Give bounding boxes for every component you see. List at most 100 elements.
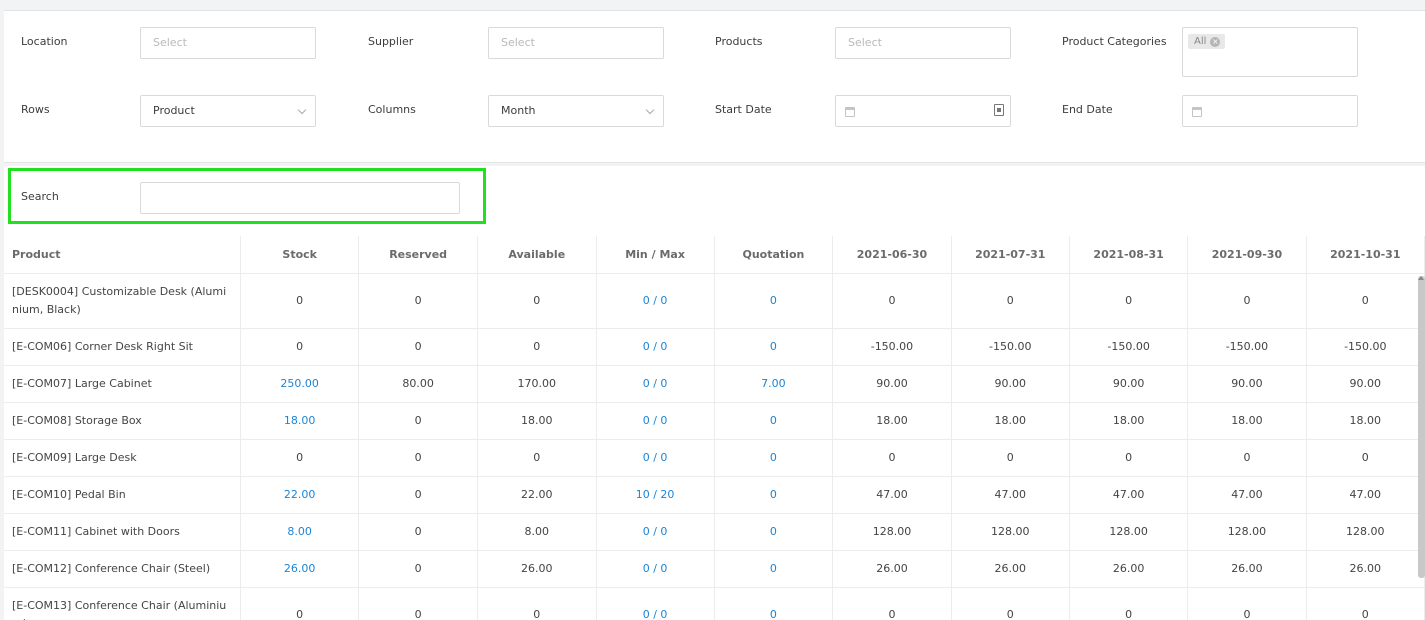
cell-m4: 0 xyxy=(1187,439,1307,477)
rows-value: Product xyxy=(153,104,195,117)
cell-minmax[interactable]: 0 / 0 xyxy=(596,365,715,403)
calendar-icon xyxy=(845,107,855,117)
col-header-reserved[interactable]: Reserved xyxy=(358,236,478,274)
cell-m5: 18.00 xyxy=(1306,402,1425,440)
filter-panel: Location Select Supplier Select Products… xyxy=(4,10,1425,163)
cell-m2: 26.00 xyxy=(951,550,1070,588)
products-select[interactable]: Select xyxy=(835,27,1011,59)
col-header-month-4[interactable]: 2021-09-30 xyxy=(1187,236,1307,274)
cell-m2: 0 xyxy=(951,439,1070,477)
col-header-min-max[interactable]: Min / Max xyxy=(596,236,715,274)
cell-m1: 128.00 xyxy=(832,513,952,551)
table-row[interactable]: [E-COM11] Cabinet with Doors 8.00 0 8.00 0 /… xyxy=(4,513,1425,551)
cell-stock: 0 xyxy=(240,273,360,329)
table-row[interactable]: [E-COM09] Large Desk 0 0 0 0 / 0000000 xyxy=(4,439,1425,477)
col-header-month-2[interactable]: 2021-07-31 xyxy=(951,236,1070,274)
cell-m2: 18.00 xyxy=(951,402,1070,440)
cell-quotation[interactable]: 0 xyxy=(714,439,834,477)
cell-reserved: 80.00 xyxy=(358,365,478,403)
cell-m3: 18.00 xyxy=(1069,402,1189,440)
cell-minmax[interactable]: 0 / 0 xyxy=(596,513,715,551)
cell-m1: 47.00 xyxy=(832,476,952,514)
table-row[interactable]: [E-COM12] Conference Chair (Steel) 26.00 0… xyxy=(4,550,1425,588)
col-header-month-5[interactable]: 2021-10-31 xyxy=(1306,236,1425,274)
table-row[interactable]: [E-COM13] Conference Chair (Aluminiu m)0… xyxy=(4,587,1425,620)
cell-minmax[interactable]: 0 / 0 xyxy=(596,439,715,477)
table-row[interactable]: [DESK0004] Customizable Desk (Alumi nium… xyxy=(4,273,1425,329)
cell-minmax[interactable]: 0 / 0 xyxy=(596,587,715,620)
supplier-label: Supplier xyxy=(368,35,414,48)
cell-stock[interactable]: 250.00 xyxy=(240,365,360,403)
cell-m4: 0 xyxy=(1187,587,1307,620)
cell-m3: 90.00 xyxy=(1069,365,1189,403)
cell-m2: 47.00 xyxy=(951,476,1070,514)
supplier-select[interactable]: Select xyxy=(488,27,664,59)
cell-minmax[interactable]: 0 / 0 xyxy=(596,328,715,366)
cell-minmax[interactable]: 0 / 0 xyxy=(596,550,715,588)
cell-m4: -150.00 xyxy=(1187,328,1307,366)
search-input[interactable] xyxy=(140,182,460,214)
rows-select[interactable]: Product xyxy=(140,95,316,127)
cell-quotation[interactable]: 7.00 xyxy=(714,365,834,403)
cell-m4: 26.00 xyxy=(1187,550,1307,588)
cell-stock: 0 xyxy=(240,328,360,366)
category-tag-label: All xyxy=(1194,36,1207,47)
table-row[interactable]: [E-COM07] Large Cabinet 250.00 80.00 170.00… xyxy=(4,365,1425,403)
cell-quotation[interactable]: 0 xyxy=(714,476,834,514)
col-header-stock[interactable]: Stock xyxy=(240,236,360,274)
remove-tag-icon[interactable]: × xyxy=(1210,36,1221,47)
col-header-product[interactable]: Product xyxy=(4,236,242,274)
cell-quotation[interactable]: 0 xyxy=(714,587,834,620)
cell-reserved: 0 xyxy=(358,273,478,329)
product-categories-select[interactable]: All × xyxy=(1182,27,1358,77)
cell-m1: 90.00 xyxy=(832,365,952,403)
cell-reserved: 0 xyxy=(358,402,478,440)
cell-available: 18.00 xyxy=(477,402,597,440)
table-row[interactable]: [E-COM08] Storage Box 18.00 0 18.00 0 / 0 0 18… xyxy=(4,402,1425,440)
cell-quotation[interactable]: 0 xyxy=(714,550,834,588)
end-date-input[interactable] xyxy=(1182,95,1358,127)
table-header-row: Product Stock Reserved Available Min / M… xyxy=(4,236,1425,274)
table-body: [DESK0004] Customizable Desk (Alumi nium… xyxy=(4,273,1425,620)
cell-quotation[interactable]: 0 xyxy=(714,273,834,329)
scroll-up-icon[interactable] xyxy=(1418,276,1424,280)
col-header-available[interactable]: Available xyxy=(477,236,597,274)
cell-stock[interactable]: 22.00 xyxy=(240,476,360,514)
cell-m1: 26.00 xyxy=(832,550,952,588)
cell-minmax[interactable]: 0 / 0 xyxy=(596,273,715,329)
columns-select[interactable]: Month xyxy=(488,95,664,127)
cell-stock[interactable]: 18.00 xyxy=(240,402,360,440)
col-header-quotation[interactable]: Quotation xyxy=(714,236,834,274)
cell-m2: 0 xyxy=(951,273,1070,329)
cell-stock: 0 xyxy=(240,439,360,477)
col-header-month-1[interactable]: 2021-06-30 xyxy=(832,236,952,274)
cell-reserved: 0 xyxy=(358,587,478,620)
table-row[interactable]: [E-COM10] Pedal Bin 22.00 0 22.00 10 / 20 0 47… xyxy=(4,476,1425,514)
cell-stock[interactable]: 8.00 xyxy=(240,513,360,551)
date-picker-icon[interactable] xyxy=(994,104,1004,116)
cell-m3: 26.00 xyxy=(1069,550,1189,588)
cell-m1: -150.00 xyxy=(832,328,952,366)
cell-quotation[interactable]: 0 xyxy=(714,328,834,366)
col-header-month-3[interactable]: 2021-08-31 xyxy=(1069,236,1189,274)
cell-minmax[interactable]: 10 / 20 xyxy=(596,476,715,514)
cell-stock[interactable]: 26.00 xyxy=(240,550,360,588)
location-select[interactable]: Select xyxy=(140,27,316,59)
cell-available: 0 xyxy=(477,273,597,329)
table-row[interactable]: [E-COM06] Corner Desk Right Sit 0 0 0 0 / 00… xyxy=(4,328,1425,366)
calendar-icon xyxy=(1192,107,1202,117)
table-scrollbar[interactable] xyxy=(1418,276,1425,578)
cell-m1: 0 xyxy=(832,439,952,477)
cell-reserved: 0 xyxy=(358,439,478,477)
cell-quotation[interactable]: 0 xyxy=(714,513,834,551)
start-date-input[interactable] xyxy=(835,95,1011,127)
cell-m5: 90.00 xyxy=(1306,365,1425,403)
category-tag-all: All × xyxy=(1188,34,1226,49)
cell-available: 8.00 xyxy=(477,513,597,551)
cell-minmax[interactable]: 0 / 0 xyxy=(596,402,715,440)
cell-m4: 90.00 xyxy=(1187,365,1307,403)
cell-m5: -150.00 xyxy=(1306,328,1425,366)
cell-quotation[interactable]: 0 xyxy=(714,402,834,440)
cell-m1: 18.00 xyxy=(832,402,952,440)
chevron-down-icon xyxy=(645,105,655,115)
